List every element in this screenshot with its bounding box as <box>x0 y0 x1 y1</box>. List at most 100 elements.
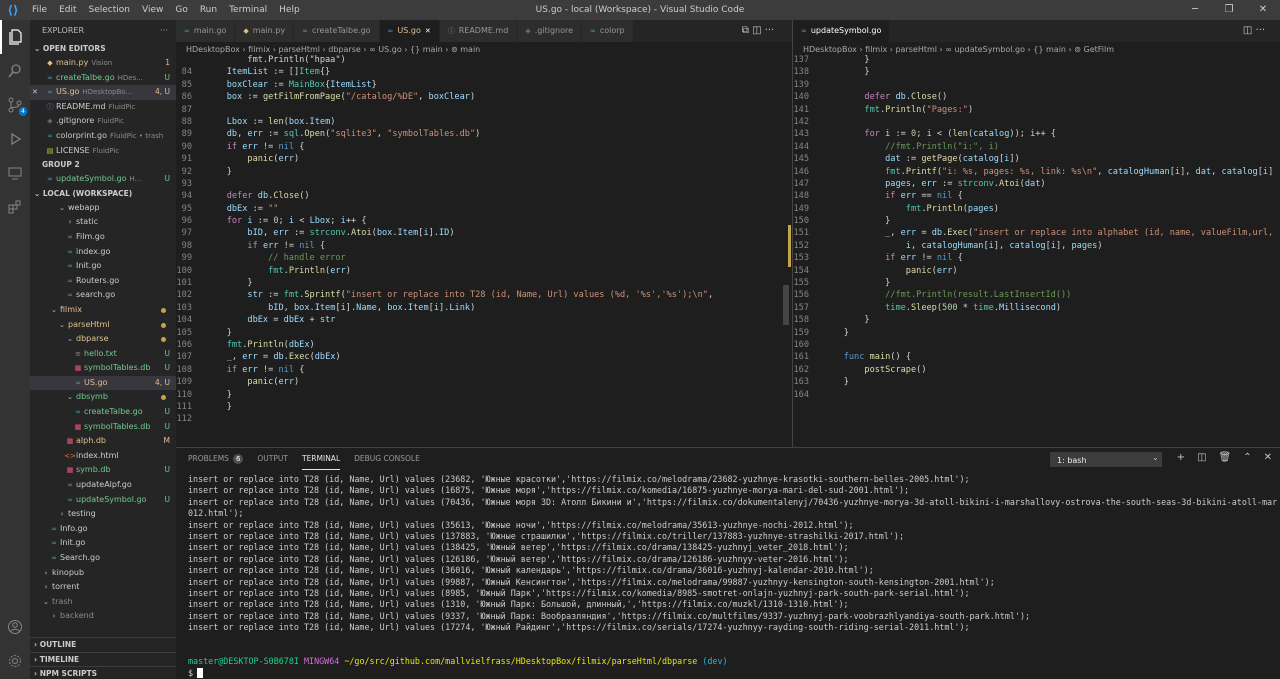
search-icon[interactable] <box>0 54 30 88</box>
line-number: 86 <box>181 92 192 103</box>
editor-tab-colorp[interactable]: ∞ colorp <box>582 20 634 42</box>
sidebar-file-item[interactable]: ◈ .gitignore FluidPic <box>30 114 176 129</box>
editor-tab-readme-md[interactable]: ⓘ README.md <box>439 20 518 42</box>
remote-explorer-icon[interactable] <box>0 156 30 190</box>
right-editor-actions[interactable]: ◫ ··· <box>1228 20 1280 42</box>
menu-view[interactable]: View <box>136 0 169 20</box>
close-window-icon[interactable]: ✕ <box>1246 0 1280 20</box>
sidebar-file-item[interactable]: ∞ colorprint.go FluidPic • trash <box>30 129 176 144</box>
db-file-icon: ▦ <box>66 466 74 475</box>
tree-file[interactable]: ∞ updateAlpf.go <box>30 478 176 493</box>
problems-count-badge: 6 <box>232 454 244 464</box>
extensions-icon[interactable] <box>0 190 30 224</box>
tree-folder[interactable]: ⌄ trash <box>30 595 176 610</box>
terminal-input-line[interactable]: $ <box>188 668 1278 679</box>
left-editor-actions[interactable]: ⧉ ◫ ··· <box>724 20 792 42</box>
account-icon[interactable] <box>0 610 30 644</box>
outline-section[interactable]: › OUTLINE <box>30 638 176 652</box>
menu-terminal[interactable]: Terminal <box>223 0 273 20</box>
sidebar-file-item[interactable]: ⓘ README.md FluidPic <box>30 100 176 115</box>
minimize-icon[interactable]: ─ <box>1178 0 1212 20</box>
panel-tab-problems[interactable]: PROBLEMS 6 <box>188 448 244 470</box>
editor-tab-updatesymbol-go[interactable]: ∞ updateSymbol.go <box>793 20 891 42</box>
tree-folder[interactable]: › static <box>30 215 176 230</box>
sidebar-file-item[interactable]: ◆ main.py Vision 1 <box>30 56 176 71</box>
tree-file[interactable]: <>index.html <box>30 449 176 464</box>
tree-folder[interactable]: ⌄ parseHtml <box>30 318 176 333</box>
menu-go[interactable]: Go <box>169 0 193 20</box>
tree-item-label: Info.go <box>60 523 88 533</box>
editor-tab-main-go[interactable]: ∞ main.go <box>176 20 236 42</box>
tree-folder[interactable]: ⌄ webapp <box>30 201 176 216</box>
panel-tab-output[interactable]: OUTPUT <box>257 448 288 470</box>
tree-file[interactable]: ▦ symbolTables.db U <box>30 420 176 435</box>
tree-file[interactable]: ▦ symb.db U <box>30 463 176 478</box>
more-actions-icon[interactable]: ··· <box>160 20 176 42</box>
tree-folder[interactable]: ⌄ dbsymb <box>30 390 176 405</box>
terminal-line: insert or replace into T28 (id, Name, Ur… <box>188 553 849 564</box>
panel-tab-debug-console[interactable]: DEBUG CONSOLE <box>354 448 420 470</box>
tree-folder[interactable]: › kinopub <box>30 566 176 581</box>
sidebar-file-item[interactable]: ∞ createTalbe.go HDes... U <box>30 71 176 86</box>
run-debug-icon[interactable] <box>0 122 30 156</box>
editor-tab-createtalbe-go[interactable]: ∞ createTalbe.go <box>294 20 380 42</box>
tree-file[interactable]: ≡ hello.txt U <box>30 347 176 362</box>
open-editors-section[interactable]: ⌄ OPEN EDITORS <box>30 42 176 56</box>
timeline-section[interactable]: › TIMELINE <box>30 652 176 666</box>
split-terminal-icon[interactable]: ◫ <box>1197 452 1206 463</box>
code-line: 100 fmt.Println(err) <box>176 265 782 277</box>
menu-help[interactable]: Help <box>273 0 306 20</box>
terminal-line: insert or replace into T28 (id, Name, Ur… <box>188 496 1278 507</box>
editor-tab-us-go[interactable]: ∞ US.go ✕ <box>379 20 440 42</box>
tree-file[interactable]: ∞ createTalbe.go U <box>30 405 176 420</box>
tree-file[interactable]: ∞ updateSymbol.go U <box>30 493 176 508</box>
workspace-section[interactable]: ⌄ LOCAL (WORKSPACE) <box>30 187 176 201</box>
terminal-output[interactable]: insert or replace into T28 (id, Name, Ur… <box>188 474 1278 679</box>
left-code-editor[interactable]: fmt.Println("hpaa") 84 ItemList := []Item… <box>176 54 782 444</box>
right-code-editor[interactable]: 137 } 138 } 139 140 defer db.Close() 141 fm… <box>793 54 1273 444</box>
tree-folder[interactable]: › testing <box>30 507 176 522</box>
editor-tab--gitignore[interactable]: ◈ .gitignore <box>517 20 583 42</box>
tree-file[interactable]: ∞ index.go <box>30 245 176 260</box>
tree-file[interactable]: ∞ Routers.go <box>30 274 176 289</box>
tree-file[interactable]: ∞ Film.go <box>30 230 176 245</box>
tree-file[interactable]: ∞ Search.go <box>30 551 176 566</box>
close-panel-icon[interactable]: ✕ <box>1264 452 1272 463</box>
npm-scripts-section[interactable]: › NPM SCRIPTS <box>30 666 176 679</box>
tree-file[interactable]: ∞ US.go 4, U <box>30 375 176 391</box>
menu-file[interactable]: File <box>26 0 53 20</box>
files-icon[interactable] <box>0 20 30 54</box>
tree-file[interactable]: ∞ Init.go <box>30 536 176 551</box>
kill-terminal-icon[interactable]: 🗑 <box>1219 452 1232 463</box>
sidebar-file-item[interactable]: ▤ LICENSE FluidPic <box>30 144 176 159</box>
source-control-icon[interactable]: 4 <box>0 88 30 122</box>
tree-file[interactable]: ▦ symbolTables.db U <box>30 361 176 376</box>
tree-folder[interactable]: › backend <box>30 609 176 624</box>
tree-file[interactable]: ▦ alph.db M <box>30 434 176 449</box>
maximize-icon[interactable]: ❐ <box>1212 0 1246 20</box>
maximize-panel-icon[interactable]: ⌃ <box>1243 452 1251 463</box>
editor-tab-main-py[interactable]: ◆ main.py <box>235 20 295 42</box>
line-number: 150 <box>793 216 809 227</box>
tree-file[interactable]: ∞ search.go <box>30 288 176 303</box>
menu-selection[interactable]: Selection <box>83 0 136 20</box>
tree-folder[interactable]: › torrent <box>30 580 176 595</box>
tree-folder[interactable]: ⌄ dbparse <box>30 332 176 347</box>
panel-tab-terminal[interactable]: TERMINAL <box>301 448 341 470</box>
close-editor-icon[interactable]: ✕ <box>32 85 38 100</box>
tree-file[interactable]: ∞ Info.go <box>30 522 176 537</box>
settings-gear-icon[interactable] <box>0 644 30 678</box>
tree-file[interactable]: ∞ Init.go <box>30 259 176 274</box>
chevron-down-icon: ⌄ <box>59 320 65 329</box>
menu-run[interactable]: Run <box>194 0 223 20</box>
sidebar-file-item[interactable]: ∞ updateSymbol.go H... U <box>30 172 176 187</box>
md-file-icon: ⓘ <box>447 27 455 35</box>
sidebar-file-item[interactable]: ✕ ∞ US.go HDesktopBo... 4, U <box>30 85 176 100</box>
tree-item-label: index.html <box>76 450 119 460</box>
tree-folder[interactable]: ⌄ filmix <box>30 303 176 318</box>
terminal-select[interactable]: 1: bash <box>1050 452 1162 467</box>
menu-edit[interactable]: Edit <box>53 0 82 20</box>
file-name: README.md <box>56 101 106 111</box>
tab-close-icon[interactable]: ✕ <box>425 20 431 42</box>
new-terminal-icon[interactable]: + <box>1177 452 1185 463</box>
